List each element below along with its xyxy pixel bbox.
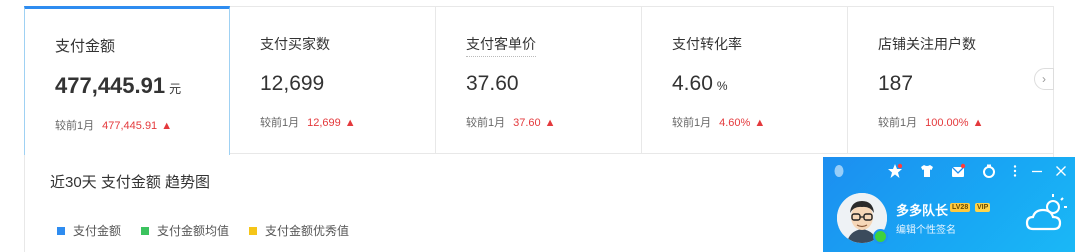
mail-icon[interactable] [950, 163, 966, 179]
metric-label: 支付买家数 [260, 36, 330, 52]
compare-value: 4.60% [719, 117, 751, 129]
up-arrow-icon: ▲ [972, 117, 984, 129]
metric-card-conversion[interactable]: 支付转化率 4.60% 较前1月 4.60% ▲ [642, 6, 848, 154]
signature-field[interactable]: 编辑个性签名 [896, 221, 956, 236]
metric-unit: 元 [169, 82, 182, 96]
close-icon[interactable] [1053, 163, 1069, 179]
metric-value: 187 [878, 72, 914, 95]
shirt-icon[interactable] [919, 163, 935, 179]
scroll-right-button[interactable]: › [1034, 68, 1054, 90]
up-arrow-icon: ▲ [544, 117, 556, 129]
badge-icon[interactable] [981, 163, 997, 179]
compare-value: 37.60 [513, 117, 541, 129]
trend-chart-title: 近30天 支付金额 趋势图 [50, 174, 211, 191]
legend-item-payment[interactable]: 支付金额 [57, 222, 121, 239]
legend-swatch [57, 226, 65, 235]
metric-value: 12,699 [260, 72, 325, 95]
chevron-right-icon: › [1042, 72, 1046, 86]
qq-toolbar [823, 157, 1075, 185]
metric-card-buyers[interactable]: 支付买家数 12,699 较前1月 12,699 ▲ [230, 6, 436, 154]
metric-compare: 较前1月 12,699 ▲ [260, 117, 356, 129]
metric-unit: % [716, 79, 728, 93]
metric-compare: 较前1月 4.60% ▲ [672, 117, 766, 129]
qq-penguin-icon[interactable] [831, 163, 847, 179]
metric-compare: 较前1月 100.00% ▲ [878, 117, 984, 129]
compare-value: 12,699 [307, 117, 341, 129]
metric-label: 支付金额 [55, 38, 116, 55]
up-arrow-icon: ▲ [344, 117, 356, 129]
metric-compare: 较前1月 37.60 ▲ [466, 117, 556, 129]
legend-label: 支付金额优秀值 [265, 224, 350, 238]
star-icon[interactable] [887, 163, 903, 179]
metric-compare: 较前1月 477,445.91 ▲ [55, 120, 173, 132]
legend-label: 支付金额均值 [157, 224, 230, 238]
compare-value: 477,445.91 [102, 120, 158, 132]
legend-item-excellent[interactable]: 支付金额优秀值 [249, 222, 349, 239]
online-status-dot [873, 229, 888, 244]
legend-item-average[interactable]: 支付金额均值 [141, 222, 229, 239]
metric-label: 支付转化率 [672, 36, 742, 52]
up-arrow-icon: ▲ [161, 120, 173, 132]
metric-card-unit-price[interactable]: 支付客单价 37.60 较前1月 37.60 ▲ [436, 6, 642, 154]
metric-label: 店铺关注用户数 [878, 36, 976, 52]
metric-value: 37.60 [466, 72, 519, 95]
weather-cloud-sun-icon[interactable] [1023, 191, 1071, 239]
legend-label: 支付金额 [73, 224, 122, 238]
legend-swatch [249, 226, 258, 235]
metric-value: 477,445.91 元 [55, 73, 182, 98]
qq-nickname[interactable]: 多多队长 [896, 200, 948, 219]
minimize-icon[interactable] [1029, 163, 1045, 179]
metric-value: 4.60% [672, 72, 728, 95]
legend-swatch [141, 226, 150, 235]
metrics-row: 支付金额 477,445.91 元 较前1月 477,445.91 ▲ 支付买家数 1… [24, 6, 1054, 155]
metric-card-followers[interactable]: 店铺关注用户数 187 较前1月 100.00% ▲ [848, 6, 1054, 154]
metric-label: 支付客单价 [466, 34, 536, 57]
metric-card-payment-amount[interactable]: 支付金额 477,445.91 元 较前1月 477,445.91 ▲ [24, 6, 230, 155]
up-arrow-icon: ▲ [754, 117, 766, 129]
chart-legend: 支付金额 支付金额均值 支付金额优秀值 [57, 222, 369, 239]
vip-badge[interactable]: VIP [975, 203, 991, 212]
more-icon[interactable] [1007, 163, 1023, 179]
level-badge[interactable]: LV28 [950, 203, 971, 212]
compare-value: 100.00% [925, 117, 969, 129]
qq-profile-popup: 多多队长 LV28 VIP 编辑个性签名 [823, 157, 1075, 252]
